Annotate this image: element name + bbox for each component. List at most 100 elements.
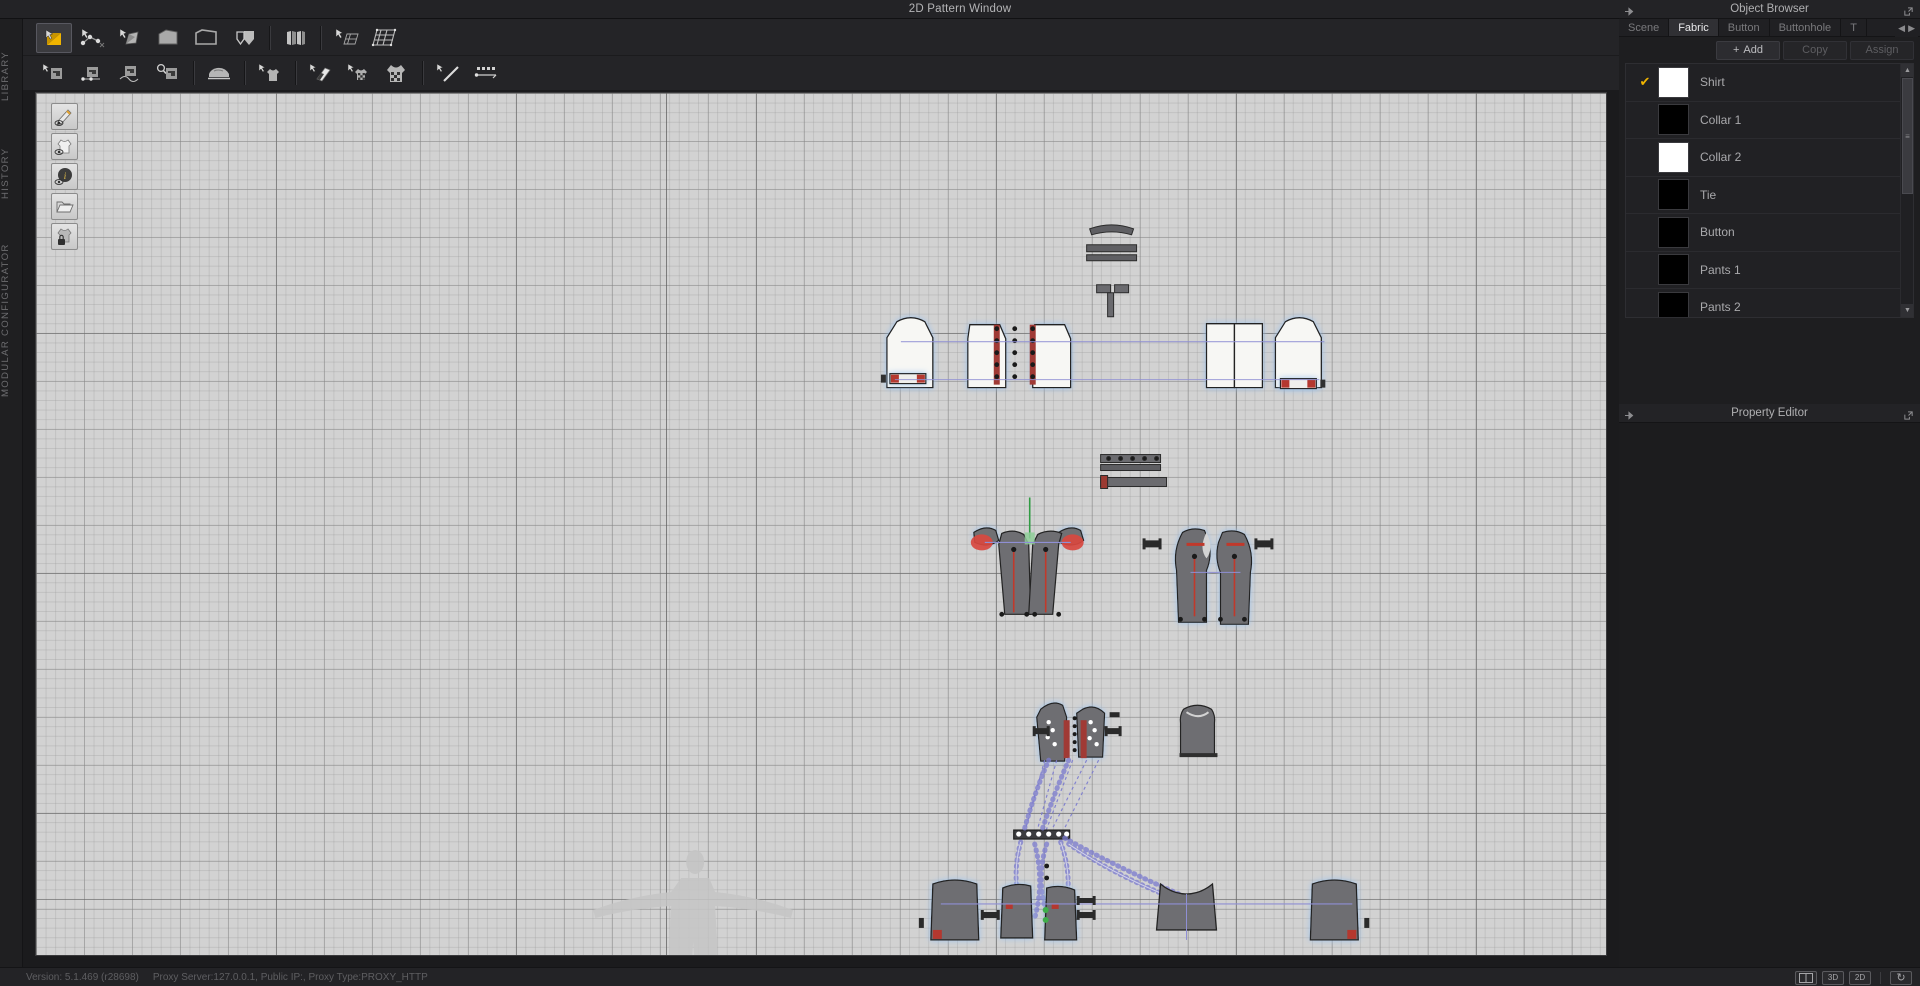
list-item[interactable]: Pants 1 xyxy=(1626,252,1913,289)
pattern-canvas[interactable]: i xyxy=(35,92,1607,956)
toolbar-row-secondary xyxy=(23,55,1619,90)
list-item-label: Pants 2 xyxy=(1700,300,1741,315)
show-folder-button[interactable] xyxy=(51,193,78,220)
tab-button[interactable]: Button xyxy=(1719,19,1770,36)
color-swatch[interactable] xyxy=(1658,254,1689,286)
fabric-list[interactable]: ✔ Shirt Collar 1 Collar 2 Tie Button Pan… xyxy=(1625,63,1914,318)
fabric-roll-tool-button[interactable] xyxy=(303,58,339,88)
undock-icon[interactable] xyxy=(1903,408,1914,426)
toolbar-row-primary xyxy=(23,20,1619,55)
row-check[interactable]: ✔ xyxy=(1632,74,1658,90)
scroll-down-icon[interactable]: ▼ xyxy=(1901,304,1913,317)
status-bar: Version: 5.1.469 (r28698) Proxy Server:1… xyxy=(0,967,1920,986)
segment-sew-tool-button[interactable] xyxy=(36,58,72,88)
color-swatch[interactable] xyxy=(1658,104,1689,136)
sidebar-item-history[interactable]: HISTORY xyxy=(0,131,23,215)
color-swatch[interactable] xyxy=(1658,179,1689,211)
property-editor-title: Property Editor xyxy=(1731,407,1808,419)
application-window: 2D Pattern Window LIBRARY HISTORY MODULA… xyxy=(0,0,1920,986)
pin-icon[interactable] xyxy=(1624,408,1635,426)
copy-button-label: Copy xyxy=(1802,44,1828,56)
color-swatch[interactable] xyxy=(1658,141,1689,173)
free-sew-tool-button[interactable] xyxy=(74,58,110,88)
show-garment-button[interactable] xyxy=(51,133,78,160)
object-browser-actions: + Add Copy Assign xyxy=(1619,37,1920,63)
copy-button[interactable]: Copy xyxy=(1783,40,1847,60)
right-dock: Object Browser Scene Fabric Button Butto… xyxy=(1619,0,1920,967)
edit-mesh-tool-button[interactable] xyxy=(328,23,364,53)
sidebar-item-library[interactable]: LIBRARY xyxy=(0,31,23,121)
list-item-label: Shirt xyxy=(1700,75,1725,90)
property-editor-body xyxy=(1619,423,1920,967)
arrange-pattern-tool-button[interactable] xyxy=(252,58,288,88)
list-item[interactable]: Collar 2 xyxy=(1626,139,1913,177)
canvas-tool-palette: i xyxy=(51,103,78,250)
lock-pattern-button[interactable] xyxy=(51,223,78,250)
list-item[interactable]: ✔ Shirt xyxy=(1626,64,1913,102)
split-view-button[interactable] xyxy=(1795,970,1817,985)
check-sew-tool-button[interactable] xyxy=(150,58,186,88)
measure-line-tool-button[interactable] xyxy=(430,58,466,88)
tab-fabric[interactable]: Fabric xyxy=(1669,19,1719,36)
texture-shirt-tool-button[interactable] xyxy=(341,58,377,88)
edit-point-tool-button[interactable] xyxy=(74,23,110,53)
mn-sew-tool-button[interactable] xyxy=(112,58,148,88)
toolbar-separator xyxy=(244,61,245,85)
transform-tool-button[interactable] xyxy=(36,22,72,53)
tab-prev-icon[interactable]: ◀ xyxy=(1898,23,1905,34)
toolbar-separator xyxy=(269,25,270,50)
internal-shape-tool-button[interactable] xyxy=(226,23,262,53)
toolbar-separator xyxy=(422,61,423,85)
pleat-tool-button[interactable] xyxy=(277,23,313,53)
show-pattern-outline-button[interactable] xyxy=(51,103,78,130)
scroll-up-icon[interactable]: ▲ xyxy=(1901,64,1913,77)
object-browser-header: Object Browser xyxy=(1619,0,1920,19)
view-3d-button[interactable]: 3D xyxy=(1822,970,1844,985)
scroll-thumb[interactable]: ≡ xyxy=(1902,78,1913,194)
toolbar-area xyxy=(23,19,1619,90)
object-browser-title: Object Browser xyxy=(1730,3,1809,15)
page-title: 2D Pattern Window xyxy=(908,3,1012,15)
measure-dotted-tool-button[interactable] xyxy=(468,58,504,88)
rectangle-tool-button[interactable] xyxy=(188,23,224,53)
left-tab-rail: LIBRARY HISTORY MODULAR CONFIGURATOR xyxy=(0,19,23,967)
toolbar-separator xyxy=(295,61,296,85)
list-item-label: Tie xyxy=(1700,187,1717,202)
object-browser-tabs: Scene Fabric Button Buttonhole T ◀ ▶ xyxy=(1619,19,1920,37)
list-item[interactable]: Collar 1 xyxy=(1626,102,1913,139)
list-item-label: Pants 1 xyxy=(1700,262,1741,277)
property-editor-header: Property Editor xyxy=(1619,404,1920,423)
mesh-tool-button[interactable] xyxy=(366,23,402,53)
status-right: 3D 2D ↻ xyxy=(1795,968,1912,986)
list-item-label: Button xyxy=(1700,225,1735,240)
view-2d-button[interactable]: 2D xyxy=(1849,970,1871,985)
refresh-button[interactable]: ↻ xyxy=(1890,970,1912,985)
assign-button[interactable]: Assign xyxy=(1850,40,1914,60)
list-item[interactable]: Button xyxy=(1626,214,1913,252)
sidebar-item-modular-configurator[interactable]: MODULAR CONFIGURATOR xyxy=(0,225,23,415)
pattern-pieces[interactable] xyxy=(36,93,1606,956)
color-swatch[interactable] xyxy=(1658,216,1689,248)
checker-shirt-tool-button[interactable] xyxy=(379,58,415,88)
color-swatch[interactable] xyxy=(1658,66,1689,98)
scrollbar[interactable]: ▲ ≡ ▼ xyxy=(1900,64,1913,317)
tab-scene[interactable]: Scene xyxy=(1619,19,1670,36)
proxy-label: Proxy Server:127.0.0.1, Public IP:, Prox… xyxy=(152,971,428,983)
tab-scroll-nav: ◀ ▶ xyxy=(1895,19,1918,37)
iron-tool-button[interactable] xyxy=(201,58,237,88)
toolbar-separator xyxy=(193,61,194,85)
list-item[interactable]: Tie xyxy=(1626,177,1913,214)
polygon-tool-button[interactable] xyxy=(150,23,186,53)
list-item[interactable]: Pants 2 xyxy=(1626,289,1913,317)
tab-next-icon[interactable]: ▶ xyxy=(1908,23,1915,34)
list-item-label: Collar 2 xyxy=(1700,150,1742,165)
edit-curve-tool-button[interactable] xyxy=(112,23,148,53)
status-left: Version: 5.1.469 (r28698) Proxy Server:1… xyxy=(0,972,428,983)
tab-buttonhole[interactable]: Buttonhole xyxy=(1770,19,1842,36)
add-button[interactable]: + Add xyxy=(1716,40,1780,60)
assign-button-label: Assign xyxy=(1865,44,1899,56)
color-swatch[interactable] xyxy=(1658,291,1689,317)
show-info-button[interactable]: i xyxy=(51,163,78,190)
status-separator xyxy=(1880,971,1881,984)
tab-topstitch[interactable]: T xyxy=(1841,19,1867,36)
